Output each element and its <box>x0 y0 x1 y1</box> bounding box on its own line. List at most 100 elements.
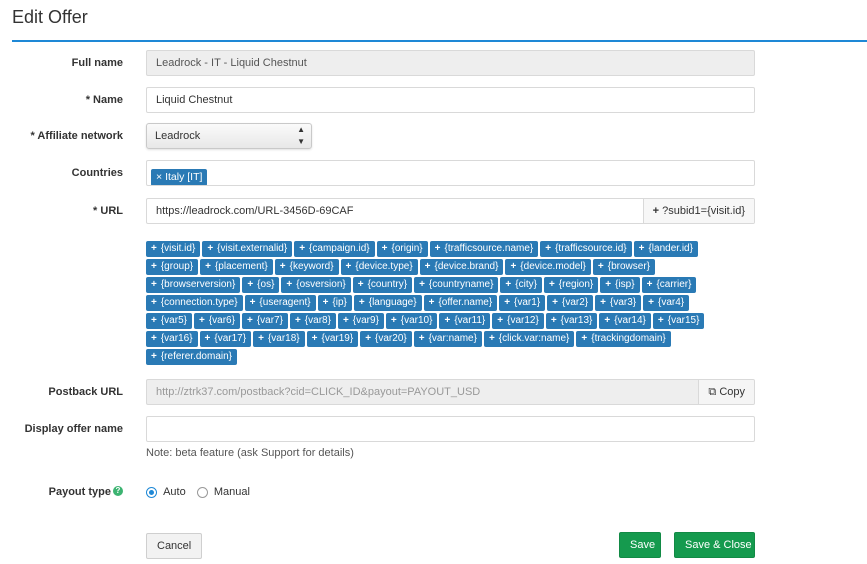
macro-token[interactable]: + {trackingdomain} <box>576 331 671 347</box>
macro-token[interactable]: + {group} <box>146 259 199 275</box>
macro-token[interactable]: + {var9} <box>337 313 384 329</box>
macro-token[interactable]: + {device.type} <box>340 259 418 275</box>
macro-token[interactable]: + {lander.id} <box>633 241 698 257</box>
copy-button[interactable]: ⧉ Copy <box>698 380 754 404</box>
macro-token-label: {var15} <box>667 315 700 326</box>
page-header: Edit Offer <box>12 0 867 42</box>
macro-token[interactable]: + {city} <box>500 277 542 293</box>
macro-token[interactable]: + {var8} <box>289 313 336 329</box>
macro-token[interactable]: + {language} <box>353 295 422 311</box>
macro-token[interactable]: + {origin} <box>376 241 428 257</box>
macro-token[interactable]: + {var15} <box>652 313 705 329</box>
macro-token[interactable]: + {offer.name} <box>423 295 498 311</box>
macro-token[interactable]: + {var18} <box>253 331 305 347</box>
macro-token[interactable]: + {var:name} <box>413 331 482 347</box>
plus-icon: + <box>279 261 286 272</box>
countries-field[interactable]: × Italy [IT] <box>146 160 755 186</box>
macro-token[interactable]: + {os} <box>242 277 280 293</box>
url-field[interactable]: https://leadrock.com/URL-3456D-69CAF + ?… <box>146 198 755 224</box>
save-button[interactable]: Save <box>619 532 661 558</box>
macro-token-label: {useragent} <box>259 297 311 308</box>
macro-token[interactable]: + {ip} <box>317 295 352 311</box>
macro-token-label: {device.type} <box>355 261 413 272</box>
macro-token[interactable]: + {var6} <box>193 313 240 329</box>
name-field[interactable]: Liquid Chestnut <box>146 87 755 113</box>
macro-token[interactable]: + {country} <box>352 277 413 293</box>
radio-manual-label[interactable]: Manual <box>214 486 250 498</box>
plus-icon: + <box>581 333 588 344</box>
plus-icon: + <box>322 297 329 308</box>
radio-manual[interactable] <box>196 486 208 498</box>
help-icon[interactable]: ? <box>113 486 123 496</box>
macro-token[interactable]: + {var11} <box>439 313 491 329</box>
url-subid-addon[interactable]: + ?subid1={visit.id} <box>642 199 754 223</box>
macro-token[interactable]: + {referer.domain} <box>146 349 238 365</box>
plus-icon: + <box>648 297 654 308</box>
cancel-button[interactable]: Cancel <box>146 533 203 559</box>
plus-icon: + <box>311 333 318 344</box>
macro-token[interactable]: + {visit.id} <box>146 241 201 257</box>
macro-token[interactable]: + {var7} <box>241 313 288 329</box>
macro-token[interactable]: + {var3} <box>595 295 642 311</box>
plus-icon: + <box>381 243 388 254</box>
affiliate-network-label: * Affiliate network <box>30 130 124 142</box>
plus-icon: + <box>365 333 372 344</box>
macro-token-label: {trackingdomain} <box>591 333 666 344</box>
postback-url-field: http://ztrk37.com/postback?cid=CLICK_ID&… <box>146 379 755 405</box>
affiliate-network-select[interactable]: Leadrock ▲ ▼ <box>146 123 312 149</box>
macro-token-label: {device.model} <box>520 261 586 272</box>
macro-token[interactable]: + {carrier} <box>641 277 697 293</box>
macro-token[interactable]: + {var17} <box>199 331 252 347</box>
macro-token[interactable]: + {var10} <box>385 313 438 329</box>
macro-token-label: {var19} <box>321 333 354 344</box>
macro-token-label: {click.var:name} <box>498 333 570 344</box>
plus-icon: + <box>151 315 157 326</box>
country-chip[interactable]: × Italy [IT] <box>151 169 208 185</box>
macro-token[interactable]: + {device.model} <box>505 259 591 275</box>
macro-token[interactable]: + {useragent} <box>244 295 316 311</box>
macro-token[interactable]: + {isp} <box>600 277 640 293</box>
macro-token[interactable]: + {var4} <box>643 295 690 311</box>
save-close-button[interactable]: Save & Close <box>674 532 755 558</box>
macro-token[interactable]: + {var16} <box>146 331 198 347</box>
plus-icon: + <box>151 297 157 308</box>
macro-token-label: {browserversion} <box>160 279 236 290</box>
macro-token[interactable]: + {browserversion} <box>146 277 241 293</box>
macro-token[interactable]: + {trafficsource.name} <box>429 241 539 257</box>
macro-token[interactable]: + {var5} <box>146 313 192 329</box>
macro-token-label: {lander.id} <box>648 243 693 254</box>
macro-token-label: {visit.externalid} <box>217 243 288 254</box>
macro-token[interactable]: + {var20} <box>360 331 412 347</box>
display-offer-name-label: Display offer name <box>24 423 123 435</box>
macro-token-label: {device.brand} <box>434 261 499 272</box>
macro-token[interactable]: + {var12} <box>492 313 544 329</box>
macro-token-label: {os} <box>257 279 275 290</box>
macro-token[interactable]: + {click.var:name} <box>483 331 575 347</box>
radio-auto[interactable] <box>146 486 157 498</box>
macro-token[interactable]: + {osversion} <box>281 277 351 293</box>
macro-token[interactable]: + {region} <box>543 277 599 293</box>
close-icon[interactable]: × <box>156 171 162 183</box>
macro-token[interactable]: + {visit.externalid} <box>202 241 293 257</box>
macro-token[interactable]: + {placement} <box>200 259 273 275</box>
macro-token-label: {var13} <box>560 315 593 326</box>
display-offer-name-field[interactable] <box>146 416 755 442</box>
macro-token[interactable]: + {var2} <box>547 295 594 311</box>
macro-token[interactable]: + {campaign.id} <box>294 241 375 257</box>
macro-token[interactable]: + {connection.type} <box>146 295 243 311</box>
macro-token[interactable]: + {device.brand} <box>419 259 504 275</box>
macro-token[interactable]: + {countryname} <box>414 277 499 293</box>
macro-token[interactable]: + {trafficsource.id} <box>540 241 632 257</box>
plus-icon: + <box>646 279 653 290</box>
macro-token[interactable]: + {keyword} <box>274 259 339 275</box>
macro-token[interactable]: + {browser} <box>592 259 655 275</box>
plus-icon: + <box>205 261 211 272</box>
macro-token[interactable]: + {var1} <box>499 295 546 311</box>
macro-token-label: {var1} <box>514 297 541 308</box>
macro-token[interactable]: + {var13} <box>545 313 598 329</box>
macro-token[interactable]: + {var14} <box>599 313 651 329</box>
macro-token-label: {var10} <box>400 315 433 326</box>
radio-auto-label[interactable]: Auto <box>163 486 186 498</box>
plus-icon: + <box>652 205 660 217</box>
macro-token[interactable]: + {var19} <box>306 331 359 347</box>
